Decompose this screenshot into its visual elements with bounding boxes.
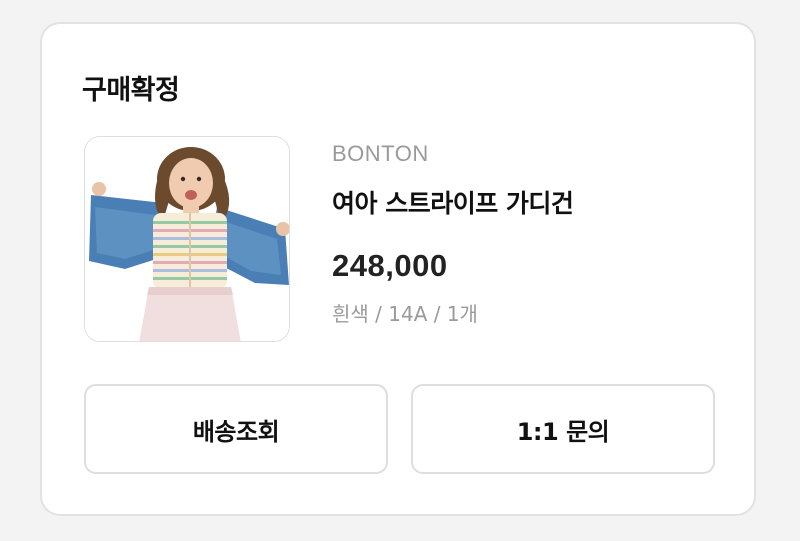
product-options: 흰색 / 14A / 1개 [332, 302, 478, 326]
order-status-title: 구매확정 [82, 75, 180, 106]
order-card: 구매확정 BONTON 여아 스트라이프 가디건 248,000 흰색 / 14… [40, 22, 756, 516]
product-price: 248,000 [332, 248, 448, 283]
product-photo [85, 137, 289, 341]
inquiry-button[interactable]: 1:1 문의 [411, 384, 715, 474]
product-brand: BONTON [332, 141, 429, 166]
track-delivery-button[interactable]: 배송조회 [84, 384, 388, 474]
product-image[interactable] [84, 136, 290, 342]
product-name[interactable]: 여아 스트라이프 가디건 [332, 184, 574, 220]
